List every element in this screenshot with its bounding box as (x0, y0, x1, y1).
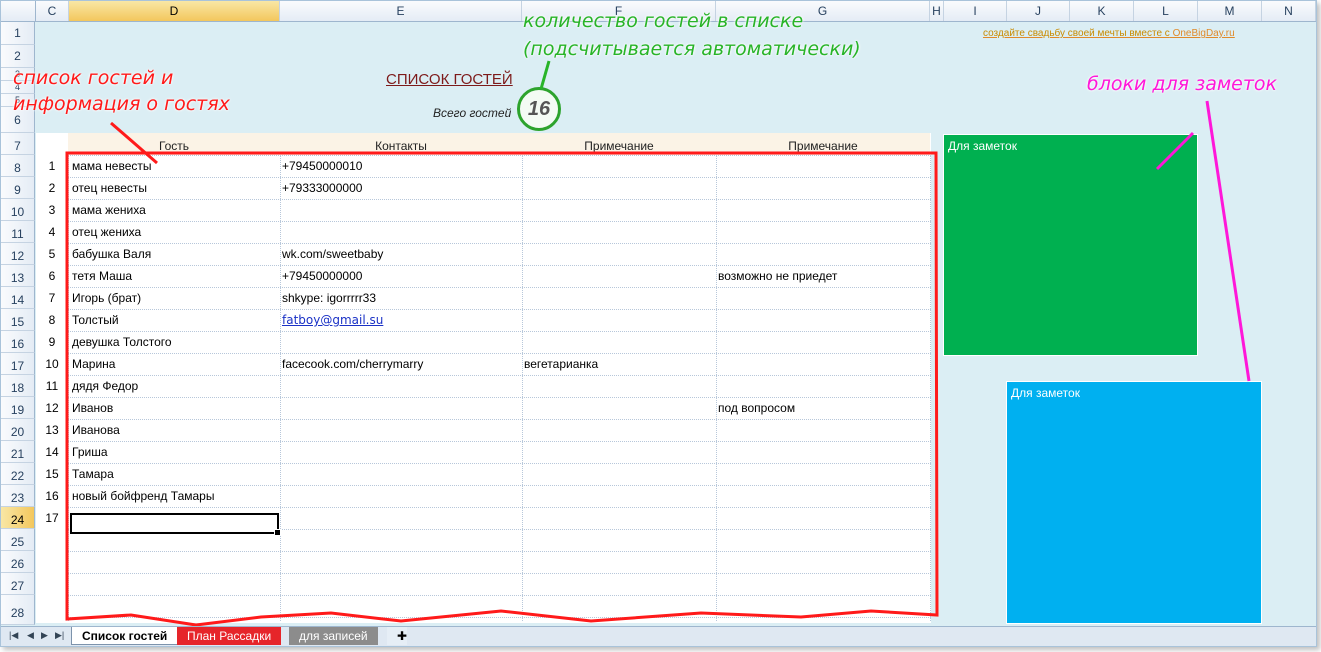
tab-guest-list[interactable]: Список гостей (71, 627, 179, 645)
annotation-line: количество гостей в списке (523, 10, 804, 32)
spreadsheet-window: C D E F G H I J K L M N 1 2 3 4 5 6 7 8 … (0, 0, 1317, 647)
last-sheet-icon[interactable]: ▶| (55, 630, 64, 641)
annotation-guest-count: количество гостей в списке (подсчитывает… (523, 7, 861, 63)
tab-notes[interactable]: для записей (289, 627, 378, 645)
add-sheet-icon[interactable]: ✚ (387, 627, 407, 645)
sheet-tab-bar: |◀ ◀ ▶ ▶| Список гостей План Рассадки дл… (1, 626, 1316, 646)
annotation-line: информация о гостях (13, 93, 230, 115)
pink-pointer-line-1 (1155, 131, 1195, 171)
tab-seating-plan[interactable]: План Рассадки (177, 627, 282, 645)
annotation-line: список гостей и (13, 67, 174, 89)
annotation-notes-blocks: блоки для заметок (1087, 73, 1278, 95)
red-highlight-outline (65, 151, 939, 626)
next-sheet-icon[interactable]: ▶ (41, 630, 48, 641)
red-pointer-line (110, 121, 158, 165)
prev-sheet-icon[interactable]: ◀ (27, 630, 34, 641)
pink-pointer-line-2 (1205, 100, 1251, 382)
first-sheet-icon[interactable]: |◀ (9, 630, 18, 641)
annotation-line: (подсчитывается автоматически) (523, 38, 861, 60)
green-pointer-line (539, 60, 551, 90)
annotation-guest-list: список гостей и информация о гостях (13, 65, 230, 117)
